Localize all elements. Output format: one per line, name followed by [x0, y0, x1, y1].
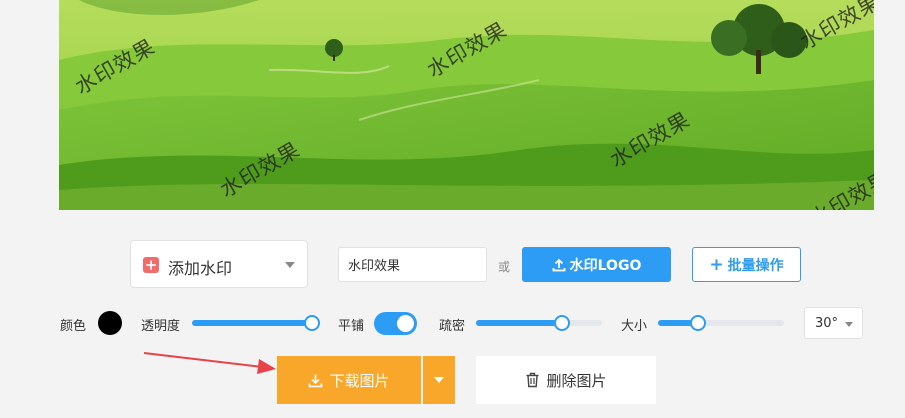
chevron-down-icon: [434, 377, 444, 383]
download-options-dropdown[interactable]: [423, 356, 455, 404]
download-image-button[interactable]: 下载图片: [277, 356, 421, 404]
opacity-label: 透明度: [141, 319, 181, 334]
plus-icon: +: [709, 254, 724, 275]
trash-icon: [526, 372, 539, 388]
chevron-down-icon: [285, 262, 295, 268]
color-label: 颜色: [60, 319, 87, 334]
batch-operation-label: 批量操作: [727, 257, 784, 274]
density-label: 疏密: [439, 319, 466, 334]
watermark-text-input[interactable]: [338, 247, 487, 282]
add-icon: +: [143, 256, 159, 274]
delete-image-label: 删除图片: [546, 371, 607, 390]
size-label: 大小: [621, 319, 648, 334]
add-watermark-dropdown[interactable]: + 添加水印: [130, 240, 308, 288]
red-arrow-annotation: [143, 352, 276, 374]
tile-toggle-knob: [397, 315, 414, 332]
opacity-slider[interactable]: [192, 315, 320, 331]
angle-select[interactable]: 30°: [804, 307, 863, 339]
or-label: 或: [498, 260, 511, 274]
density-slider-handle[interactable]: [553, 315, 570, 331]
opacity-slider-handle[interactable]: [303, 315, 320, 331]
watermark-logo-button[interactable]: 水印LOGO: [522, 247, 671, 282]
density-slider-fill: [476, 320, 562, 326]
size-slider-handle[interactable]: [690, 315, 707, 331]
size-slider[interactable]: [658, 315, 784, 331]
angle-value: 30°: [815, 316, 839, 331]
density-slider[interactable]: [476, 315, 602, 331]
opacity-slider-fill: [192, 320, 312, 326]
tile-label: 平铺: [338, 319, 365, 334]
upload-icon: [552, 258, 566, 271]
chevron-down-icon: [845, 322, 853, 327]
batch-operation-button[interactable]: + 批量操作: [692, 247, 801, 282]
tile-toggle[interactable]: [374, 312, 417, 335]
delete-image-button[interactable]: 删除图片: [476, 356, 656, 404]
color-swatch[interactable]: [98, 311, 122, 335]
watermark-logo-label: 水印LOGO: [569, 257, 642, 274]
image-preview: 水印效果 水印效果 水印效果 水印效果 水印效果 水印效果: [59, 0, 874, 210]
add-watermark-label: 添加水印: [168, 259, 233, 278]
download-image-label: 下载图片: [329, 371, 390, 390]
download-icon: [309, 374, 323, 387]
